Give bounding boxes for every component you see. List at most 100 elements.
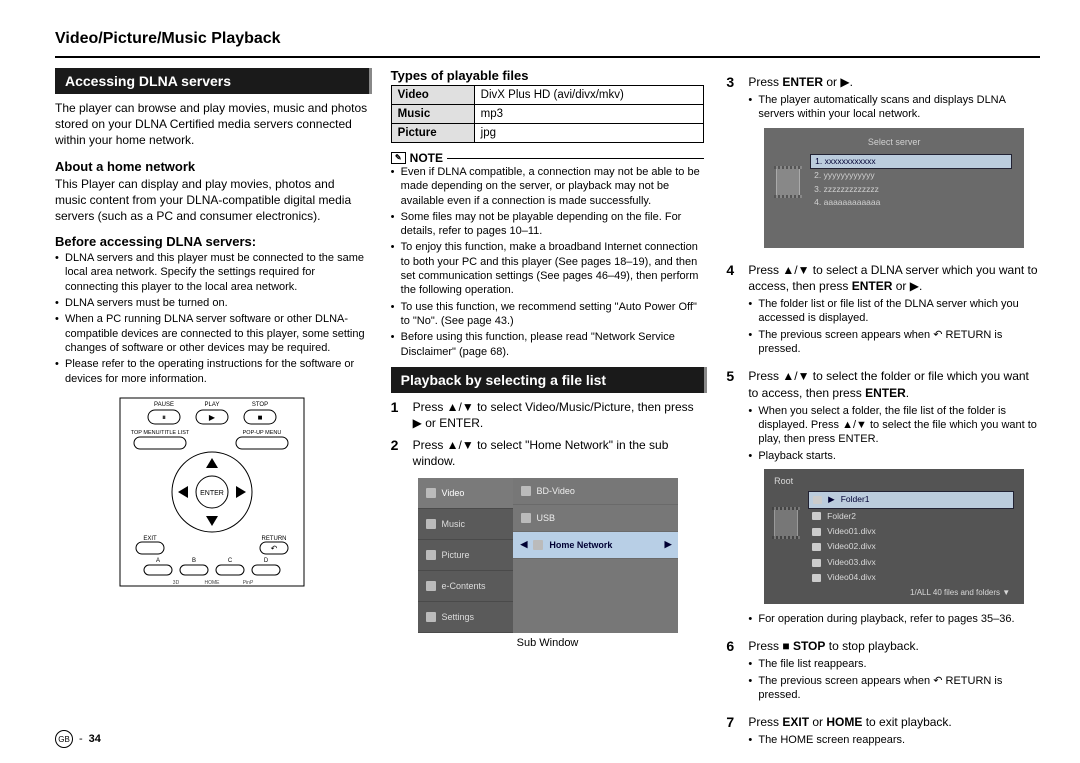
title-rule	[55, 56, 1040, 58]
folder-icon	[812, 512, 821, 520]
svg-text:3D: 3D	[173, 580, 180, 586]
svg-text:D: D	[264, 558, 269, 564]
sub-window-screen: Video Music Picture e-Contents Settings …	[418, 478, 678, 633]
music-icon	[426, 519, 436, 529]
screen-title: Root	[774, 475, 1014, 487]
step-bullet: For operation during playback, refer to …	[748, 612, 1040, 626]
video-file-icon	[812, 528, 821, 536]
step-body: Press ▲/▼ to select "Home Network" in th…	[413, 437, 705, 469]
step-number: 3	[726, 74, 740, 256]
file-item: Video02.divx	[808, 539, 1014, 554]
subwin-right-item: BD-Video	[513, 478, 678, 505]
about-home-network-heading: About a home network	[55, 159, 369, 174]
page-number: 34	[89, 733, 101, 745]
step-number: 5	[726, 368, 740, 632]
content-columns: Accessing DLNA servers The player can br…	[55, 68, 1040, 760]
type-key: Music	[391, 105, 474, 124]
heading-accessing-dlna: Accessing DLNA servers	[55, 68, 369, 94]
step-body: Press ENTER or ▶. The player automatical…	[748, 74, 1040, 256]
step-body: Press EXIT or HOME to exit playback. The…	[748, 714, 1040, 753]
root-file-list-screen: Root ▶Folder1 Folder2 Video01.divx Video…	[764, 469, 1024, 604]
svg-text:EXIT: EXIT	[143, 536, 157, 542]
subwin-right-item: ◀Home Network▶	[513, 532, 678, 559]
video-file-icon	[812, 559, 821, 567]
svg-text:STOP: STOP	[252, 402, 268, 408]
type-val: DivX Plus HD (avi/divx/mkv)	[474, 86, 704, 105]
before-accessing-heading: Before accessing DLNA servers:	[55, 234, 369, 249]
subwin-right-menu: BD-Video USB ◀Home Network▶	[513, 478, 678, 633]
film-icon	[776, 168, 800, 196]
note-item: Before using this function, please read …	[391, 330, 705, 359]
column-1: Accessing DLNA servers The player can br…	[55, 68, 369, 760]
server-item: 2. yyyyyyyyyyyy	[810, 169, 1012, 182]
step-number: 4	[726, 262, 740, 363]
file-item: Video04.divx	[808, 570, 1014, 585]
file-item: Folder2	[808, 509, 1014, 524]
about-home-network-text: This Player can display and play movies,…	[55, 176, 369, 225]
video-file-icon	[812, 574, 821, 582]
subwin-left-item: Settings	[418, 602, 513, 633]
step-number: 6	[726, 638, 740, 708]
subwin-left-item: e-Contents	[418, 571, 513, 602]
note-item: To use this function, we recommend setti…	[391, 300, 705, 329]
step-number: 7	[726, 714, 740, 753]
film-icon	[774, 509, 798, 537]
svg-text:▶: ▶	[209, 413, 216, 422]
usb-icon	[521, 513, 531, 523]
svg-text:■: ■	[257, 413, 262, 422]
folder-icon	[813, 496, 822, 504]
heading-playback-file-list: Playback by selecting a file list	[391, 367, 705, 393]
step-bullet: The previous screen appears when ↶ RETUR…	[748, 328, 1040, 357]
subwin-left-item: Picture	[418, 540, 513, 571]
server-list: 1. xxxxxxxxxxxx 2. yyyyyyyyyyyy 3. zzzzz…	[810, 154, 1012, 210]
file-list: ▶Folder1 Folder2 Video01.divx Video02.di…	[808, 491, 1014, 586]
type-val: jpg	[474, 124, 704, 143]
before-item: When a PC running DLNA server software o…	[55, 312, 369, 355]
step-bullet: The folder list or file list of the DLNA…	[748, 297, 1040, 326]
svg-text:C: C	[228, 558, 233, 564]
step-bullet: The HOME screen reappears.	[748, 733, 1040, 747]
intro-text: The player can browse and play movies, m…	[55, 100, 369, 149]
type-key: Picture	[391, 124, 474, 143]
note-box: ✎ NOTE Even if DLNA compatible, a connec…	[391, 151, 705, 359]
screen-title: Select server	[764, 136, 1024, 148]
step-bullet: When you select a folder, the file list …	[748, 404, 1040, 447]
subwin-left-menu: Video Music Picture e-Contents Settings	[418, 478, 513, 633]
svg-text:ENTER: ENTER	[200, 490, 224, 497]
svg-text:↶: ↶	[270, 544, 277, 553]
econtents-icon	[426, 581, 436, 591]
note-item: Some files may not be playable depending…	[391, 210, 705, 239]
subwin-left-item: Music	[418, 509, 513, 540]
sub-window-figure: Video Music Picture e-Contents Settings …	[391, 478, 705, 649]
type-key: Video	[391, 86, 474, 105]
svg-text:B: B	[192, 558, 196, 564]
types-heading: Types of playable files	[391, 68, 705, 83]
svg-text:POP-UP MENU: POP-UP MENU	[242, 430, 281, 436]
type-val: mp3	[474, 105, 704, 124]
step-body: Press ▲/▼ to select the folder or file w…	[748, 368, 1040, 632]
disc-icon	[521, 486, 531, 496]
server-item: 3. zzzzzzzzzzzzz	[810, 183, 1012, 196]
note-icon: ✎	[391, 152, 406, 164]
server-item: 4. aaaaaaaaaaaa	[810, 196, 1012, 209]
step-body: Press ▲/▼ to select a DLNA server which …	[748, 262, 1040, 363]
select-server-screen: Select server 1. xxxxxxxxxxxx 2. yyyyyyy…	[764, 128, 1024, 248]
note-list: Even if DLNA compatible, a connection ma…	[391, 165, 705, 359]
note-label: NOTE	[410, 151, 443, 165]
steps-col2: 1 Press ▲/▼ to select Video/Music/Pictur…	[391, 399, 705, 470]
step-number: 2	[391, 437, 405, 469]
step-number: 1	[391, 399, 405, 431]
table-row: Picture jpg	[391, 124, 704, 143]
steps-col3: 3 Press ENTER or ▶. The player automatic…	[726, 74, 1040, 754]
file-list-footer: 1/ALL 40 files and folders ▼	[774, 588, 1014, 599]
step-bullet: The player automatically scans and displ…	[748, 93, 1040, 122]
remote-control-illustration: PAUSE PLAY STOP ⏸ ▶ ■ TOP MENU/TITLE LIS…	[112, 392, 312, 592]
before-item: Please refer to the operating instructio…	[55, 357, 369, 386]
svg-text:A: A	[156, 558, 160, 564]
file-item: Video01.divx	[808, 524, 1014, 539]
file-types-table: Video DivX Plus HD (avi/divx/mkv) Music …	[391, 85, 705, 143]
svg-text:RETURN: RETURN	[261, 536, 286, 542]
sub-window-caption: Sub Window	[391, 637, 705, 649]
video-icon	[426, 488, 436, 498]
step-bullet: Playback starts.	[748, 449, 1040, 463]
